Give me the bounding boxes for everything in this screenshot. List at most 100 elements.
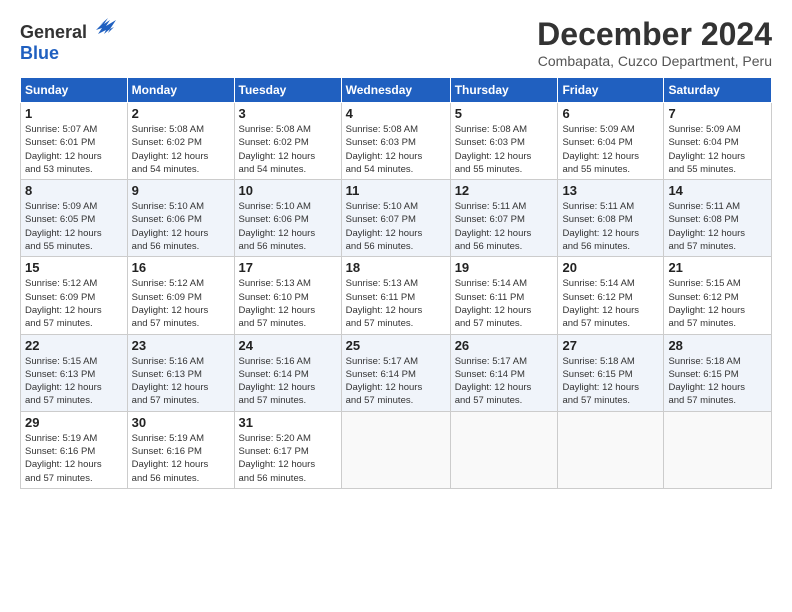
calendar-header-row: Sunday Monday Tuesday Wednesday Thursday… [21, 78, 772, 103]
day-number: 19 [455, 260, 554, 275]
header-sunday: Sunday [21, 78, 128, 103]
day-detail: Sunrise: 5:11 AMSunset: 6:07 PMDaylight:… [455, 200, 554, 253]
day-detail: Sunrise: 5:09 AMSunset: 6:05 PMDaylight:… [25, 200, 123, 253]
day-number: 6 [562, 106, 659, 121]
calendar-day-cell: 15Sunrise: 5:12 AMSunset: 6:09 PMDayligh… [21, 257, 128, 334]
calendar-day-cell: 30 Sunrise: 5:19 AMSunset: 6:16 PMDayligh… [127, 411, 234, 488]
day-number: 12 [455, 183, 554, 198]
calendar-day-cell: 10 Sunrise: 5:10 AMSunset: 6:06 PMDayligh… [234, 180, 341, 257]
title-block: December 2024 Combapata, Cuzco Departmen… [537, 16, 772, 69]
header-saturday: Saturday [664, 78, 772, 103]
header-tuesday: Tuesday [234, 78, 341, 103]
main-title: December 2024 [537, 16, 772, 53]
calendar-day-cell: 11 Sunrise: 5:10 AMSunset: 6:07 PMDayligh… [341, 180, 450, 257]
logo-text: General Blue [20, 16, 116, 64]
calendar-day-cell: 23 Sunrise: 5:16 AMSunset: 6:13 PMDayligh… [127, 334, 234, 411]
header-wednesday: Wednesday [341, 78, 450, 103]
logo-blue: Blue [20, 43, 59, 63]
day-number: 4 [346, 106, 446, 121]
calendar-week-row: 15Sunrise: 5:12 AMSunset: 6:09 PMDayligh… [21, 257, 772, 334]
calendar-day-cell: 1Sunrise: 5:07 AMSunset: 6:01 PMDaylight… [21, 103, 128, 180]
calendar-day-cell: 21Sunrise: 5:15 AMSunset: 6:12 PMDayligh… [664, 257, 772, 334]
calendar-day-cell [664, 411, 772, 488]
day-number: 3 [239, 106, 337, 121]
logo-general: General [20, 22, 87, 42]
day-detail: Sunrise: 5:20 AMSunset: 6:17 PMDaylight:… [239, 432, 337, 485]
day-number: 22 [25, 338, 123, 353]
day-detail: Sunrise: 5:11 AMSunset: 6:08 PMDaylight:… [668, 200, 767, 253]
subtitle: Combapata, Cuzco Department, Peru [537, 53, 772, 69]
calendar-day-cell [558, 411, 664, 488]
calendar-day-cell [450, 411, 558, 488]
day-number: 20 [562, 260, 659, 275]
day-detail: Sunrise: 5:13 AMSunset: 6:11 PMDaylight:… [346, 277, 446, 330]
day-detail: Sunrise: 5:15 AMSunset: 6:12 PMDaylight:… [668, 277, 767, 330]
day-detail: Sunrise: 5:12 AMSunset: 6:09 PMDaylight:… [25, 277, 123, 330]
calendar-day-cell: 17Sunrise: 5:13 AMSunset: 6:10 PMDayligh… [234, 257, 341, 334]
day-detail: Sunrise: 5:11 AMSunset: 6:08 PMDaylight:… [562, 200, 659, 253]
day-detail: Sunrise: 5:10 AMSunset: 6:06 PMDaylight:… [239, 200, 337, 253]
day-detail: Sunrise: 5:08 AMSunset: 6:03 PMDaylight:… [455, 123, 554, 176]
day-detail: Sunrise: 5:15 AMSunset: 6:13 PMDaylight:… [25, 355, 123, 408]
day-number: 14 [668, 183, 767, 198]
day-number: 11 [346, 183, 446, 198]
calendar-day-cell: 28 Sunrise: 5:18 AMSunset: 6:15 PMDayligh… [664, 334, 772, 411]
calendar-week-row: 22 Sunrise: 5:15 AMSunset: 6:13 PMDayligh… [21, 334, 772, 411]
day-number: 2 [132, 106, 230, 121]
header: General Blue December 2024 Combapata, Cu… [20, 16, 772, 69]
day-number: 24 [239, 338, 337, 353]
calendar-day-cell: 8 Sunrise: 5:09 AMSunset: 6:05 PMDaylight… [21, 180, 128, 257]
calendar-day-cell: 9 Sunrise: 5:10 AMSunset: 6:06 PMDaylight… [127, 180, 234, 257]
day-number: 23 [132, 338, 230, 353]
calendar-day-cell: 20 Sunrise: 5:14 AMSunset: 6:12 PMDayligh… [558, 257, 664, 334]
calendar-day-cell [341, 411, 450, 488]
calendar-week-row: 1Sunrise: 5:07 AMSunset: 6:01 PMDaylight… [21, 103, 772, 180]
calendar-day-cell: 2Sunrise: 5:08 AMSunset: 6:02 PMDaylight… [127, 103, 234, 180]
day-detail: Sunrise: 5:10 AMSunset: 6:07 PMDaylight:… [346, 200, 446, 253]
logo-bird-icon [94, 16, 116, 38]
day-number: 28 [668, 338, 767, 353]
day-detail: Sunrise: 5:19 AMSunset: 6:16 PMDaylight:… [132, 432, 230, 485]
calendar-day-cell: 12 Sunrise: 5:11 AMSunset: 6:07 PMDayligh… [450, 180, 558, 257]
day-detail: Sunrise: 5:14 AMSunset: 6:12 PMDaylight:… [562, 277, 659, 330]
header-monday: Monday [127, 78, 234, 103]
calendar-day-cell: 29Sunrise: 5:19 AMSunset: 6:16 PMDayligh… [21, 411, 128, 488]
day-detail: Sunrise: 5:17 AMSunset: 6:14 PMDaylight:… [346, 355, 446, 408]
day-detail: Sunrise: 5:13 AMSunset: 6:10 PMDaylight:… [239, 277, 337, 330]
calendar-day-cell: 22 Sunrise: 5:15 AMSunset: 6:13 PMDayligh… [21, 334, 128, 411]
page: General Blue December 2024 Combapata, Cu… [0, 0, 792, 612]
day-number: 7 [668, 106, 767, 121]
calendar-table: Sunday Monday Tuesday Wednesday Thursday… [20, 77, 772, 489]
calendar-day-cell: 18Sunrise: 5:13 AMSunset: 6:11 PMDayligh… [341, 257, 450, 334]
calendar-day-cell: 13 Sunrise: 5:11 AMSunset: 6:08 PMDayligh… [558, 180, 664, 257]
calendar-day-cell: 14 Sunrise: 5:11 AMSunset: 6:08 PMDayligh… [664, 180, 772, 257]
day-number: 1 [25, 106, 123, 121]
day-detail: Sunrise: 5:18 AMSunset: 6:15 PMDaylight:… [668, 355, 767, 408]
day-detail: Sunrise: 5:16 AMSunset: 6:13 PMDaylight:… [132, 355, 230, 408]
day-detail: Sunrise: 5:19 AMSunset: 6:16 PMDaylight:… [25, 432, 123, 485]
logo: General Blue [20, 16, 116, 64]
calendar-day-cell: 31Sunrise: 5:20 AMSunset: 6:17 PMDayligh… [234, 411, 341, 488]
day-detail: Sunrise: 5:17 AMSunset: 6:14 PMDaylight:… [455, 355, 554, 408]
day-detail: Sunrise: 5:18 AMSunset: 6:15 PMDaylight:… [562, 355, 659, 408]
day-number: 16 [132, 260, 230, 275]
day-detail: Sunrise: 5:08 AMSunset: 6:03 PMDaylight:… [346, 123, 446, 176]
day-number: 8 [25, 183, 123, 198]
calendar-day-cell: 24Sunrise: 5:16 AMSunset: 6:14 PMDayligh… [234, 334, 341, 411]
day-number: 25 [346, 338, 446, 353]
header-thursday: Thursday [450, 78, 558, 103]
day-number: 30 [132, 415, 230, 430]
calendar-day-cell: 26Sunrise: 5:17 AMSunset: 6:14 PMDayligh… [450, 334, 558, 411]
day-detail: Sunrise: 5:10 AMSunset: 6:06 PMDaylight:… [132, 200, 230, 253]
day-number: 13 [562, 183, 659, 198]
calendar-day-cell: 5Sunrise: 5:08 AMSunset: 6:03 PMDaylight… [450, 103, 558, 180]
calendar-day-cell: 16Sunrise: 5:12 AMSunset: 6:09 PMDayligh… [127, 257, 234, 334]
calendar-day-cell: 27 Sunrise: 5:18 AMSunset: 6:15 PMDayligh… [558, 334, 664, 411]
day-number: 9 [132, 183, 230, 198]
day-detail: Sunrise: 5:09 AMSunset: 6:04 PMDaylight:… [668, 123, 767, 176]
calendar-day-cell: 4 Sunrise: 5:08 AMSunset: 6:03 PMDaylight… [341, 103, 450, 180]
day-number: 10 [239, 183, 337, 198]
calendar-week-row: 29Sunrise: 5:19 AMSunset: 6:16 PMDayligh… [21, 411, 772, 488]
calendar-week-row: 8 Sunrise: 5:09 AMSunset: 6:05 PMDaylight… [21, 180, 772, 257]
day-number: 27 [562, 338, 659, 353]
